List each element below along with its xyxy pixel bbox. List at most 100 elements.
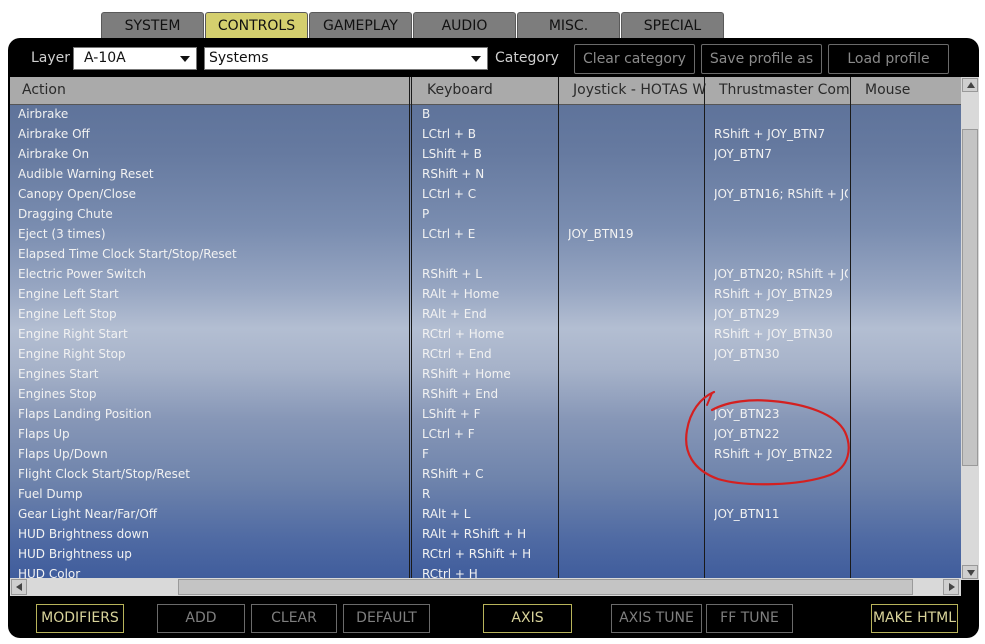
keyboard-cell[interactable]: B [422, 104, 556, 124]
mouse-cell[interactable] [860, 484, 960, 504]
column-header-mouse[interactable]: Mouse [853, 77, 961, 104]
thrustmaster-cell[interactable]: RShift + JOY_BTN30 [714, 324, 848, 344]
mouse-cell[interactable] [860, 244, 960, 264]
thrustmaster-cell[interactable] [714, 224, 848, 244]
table-row[interactable]: Engine Right Start RCtrl + Home RShift + J… [10, 324, 961, 344]
table-row[interactable]: Engine Left Stop RAlt + End JOY_BTN29 [10, 304, 961, 324]
joystick-cell[interactable] [568, 104, 702, 124]
thrustmaster-cell[interactable]: JOY_BTN16; RShift + JOY_ [714, 184, 848, 204]
joystick-cell[interactable] [568, 344, 702, 364]
table-row[interactable]: Airbrake On LShift + B JOY_BTN7 [10, 144, 961, 164]
vertical-scrollbar[interactable] [961, 77, 979, 580]
thrustmaster-cell[interactable] [714, 524, 848, 544]
joystick-cell[interactable] [568, 504, 702, 524]
mouse-cell[interactable] [860, 184, 960, 204]
keyboard-cell[interactable]: LShift + B [422, 144, 556, 164]
axis-assign-button[interactable]: AXIS ASSIGN [483, 604, 572, 638]
save-profile-button[interactable]: Save profile as [701, 44, 822, 74]
joystick-cell[interactable] [568, 404, 702, 424]
table-row[interactable]: Gear Light Near/Far/Off RAlt + L JOY_BTN11 [10, 504, 961, 524]
joystick-cell[interactable] [568, 364, 702, 384]
thrustmaster-cell[interactable] [714, 484, 848, 504]
joystick-cell[interactable] [568, 444, 702, 464]
keyboard-cell[interactable]: RAlt + RShift + H [422, 524, 556, 544]
thrustmaster-cell[interactable] [714, 244, 848, 264]
table-row[interactable]: HUD Brightness down RAlt + RShift + H [10, 524, 961, 544]
keyboard-cell[interactable]: RShift + N [422, 164, 556, 184]
mouse-cell[interactable] [860, 404, 960, 424]
clear-button[interactable]: CLEAR [251, 604, 337, 633]
thrustmaster-cell[interactable] [714, 364, 848, 384]
thrustmaster-cell[interactable]: RShift + JOY_BTN29 [714, 284, 848, 304]
ff-tune-button[interactable]: FF TUNE [706, 604, 793, 633]
keyboard-cell[interactable]: LCtrl + E [422, 224, 556, 244]
mouse-cell[interactable] [860, 124, 960, 144]
mouse-cell[interactable] [860, 284, 960, 304]
thrustmaster-cell[interactable]: JOY_BTN23 [714, 404, 848, 424]
keyboard-cell[interactable]: RCtrl + Home [422, 324, 556, 344]
table-row[interactable]: Electric Power Switch RShift + L JOY_BTN20… [10, 264, 961, 284]
scroll-down-button[interactable] [962, 565, 978, 579]
thrustmaster-cell[interactable]: JOY_BTN11 [714, 504, 848, 524]
thrustmaster-cell[interactable]: JOY_BTN20; RShift + JOY_ [714, 264, 848, 284]
column-header-action[interactable]: Action [10, 77, 410, 104]
tab-gameplay[interactable]: GAMEPLAY [309, 12, 412, 38]
clear-category-button[interactable]: Clear category [574, 44, 695, 74]
keyboard-cell[interactable]: RAlt + L [422, 504, 556, 524]
joystick-cell[interactable] [568, 324, 702, 344]
mouse-cell[interactable] [860, 224, 960, 244]
mouse-cell[interactable] [860, 384, 960, 404]
thrustmaster-cell[interactable]: JOY_BTN7 [714, 144, 848, 164]
joystick-cell[interactable] [568, 144, 702, 164]
keyboard-cell[interactable]: R [422, 484, 556, 504]
mouse-cell[interactable] [860, 504, 960, 524]
table-row[interactable]: Fuel Dump R [10, 484, 961, 504]
thrustmaster-cell[interactable] [714, 384, 848, 404]
keyboard-cell[interactable]: RCtrl + End [422, 344, 556, 364]
table-row[interactable]: Engines Stop RShift + End [10, 384, 961, 404]
table-row[interactable]: Eject (3 times) LCtrl + E JOY_BTN19 [10, 224, 961, 244]
thrustmaster-cell[interactable] [714, 164, 848, 184]
mouse-cell[interactable] [860, 424, 960, 444]
make-html-button[interactable]: MAKE HTML [871, 604, 958, 633]
table-row[interactable]: Audible Warning Reset RShift + N [10, 164, 961, 184]
mouse-cell[interactable] [860, 464, 960, 484]
table-row[interactable]: Engine Left Start RAlt + Home RShift + JOY… [10, 284, 961, 304]
keyboard-cell[interactable]: F [422, 444, 556, 464]
mouse-cell[interactable] [860, 544, 960, 564]
tab-system[interactable]: SYSTEM [101, 12, 204, 38]
joystick-cell[interactable] [568, 484, 702, 504]
thrustmaster-cell[interactable] [714, 464, 848, 484]
mouse-cell[interactable] [860, 164, 960, 184]
thrustmaster-cell[interactable] [714, 544, 848, 564]
thrustmaster-cell[interactable]: RShift + JOY_BTN7 [714, 124, 848, 144]
add-button[interactable]: ADD [157, 604, 245, 633]
joystick-cell[interactable] [568, 184, 702, 204]
mouse-cell[interactable] [860, 204, 960, 224]
scroll-left-button[interactable] [11, 579, 27, 595]
thrustmaster-cell[interactable]: RShift + JOY_BTN22 [714, 444, 848, 464]
table-row[interactable]: Canopy Open/Close LCtrl + C JOY_BTN16; RSh… [10, 184, 961, 204]
mouse-cell[interactable] [860, 304, 960, 324]
tab-special[interactable]: SPECIAL [621, 12, 724, 38]
keyboard-cell[interactable]: LShift + F [422, 404, 556, 424]
load-profile-button[interactable]: Load profile [828, 44, 949, 74]
thrustmaster-cell[interactable] [714, 204, 848, 224]
vertical-scroll-thumb[interactable] [962, 129, 978, 466]
table-row[interactable]: Elapsed Time Clock Start/Stop/Reset [10, 244, 961, 264]
keyboard-cell[interactable]: RShift + L [422, 264, 556, 284]
joystick-cell[interactable] [568, 544, 702, 564]
mouse-cell[interactable] [860, 324, 960, 344]
tab-audio[interactable]: AUDIO [413, 12, 516, 38]
table-row[interactable]: Engine Right Stop RCtrl + End JOY_BTN30 [10, 344, 961, 364]
mouse-cell[interactable] [860, 264, 960, 284]
column-header-thrustmaster[interactable]: Thrustmaster Combi [707, 77, 851, 104]
scroll-right-button[interactable] [943, 579, 959, 595]
mouse-cell[interactable] [860, 444, 960, 464]
mouse-cell[interactable] [860, 104, 960, 124]
joystick-cell[interactable] [568, 264, 702, 284]
joystick-cell[interactable] [568, 204, 702, 224]
table-row[interactable]: Engines Start RShift + Home [10, 364, 961, 384]
keyboard-cell[interactable]: RAlt + Home [422, 284, 556, 304]
keyboard-cell[interactable]: RShift + C [422, 464, 556, 484]
